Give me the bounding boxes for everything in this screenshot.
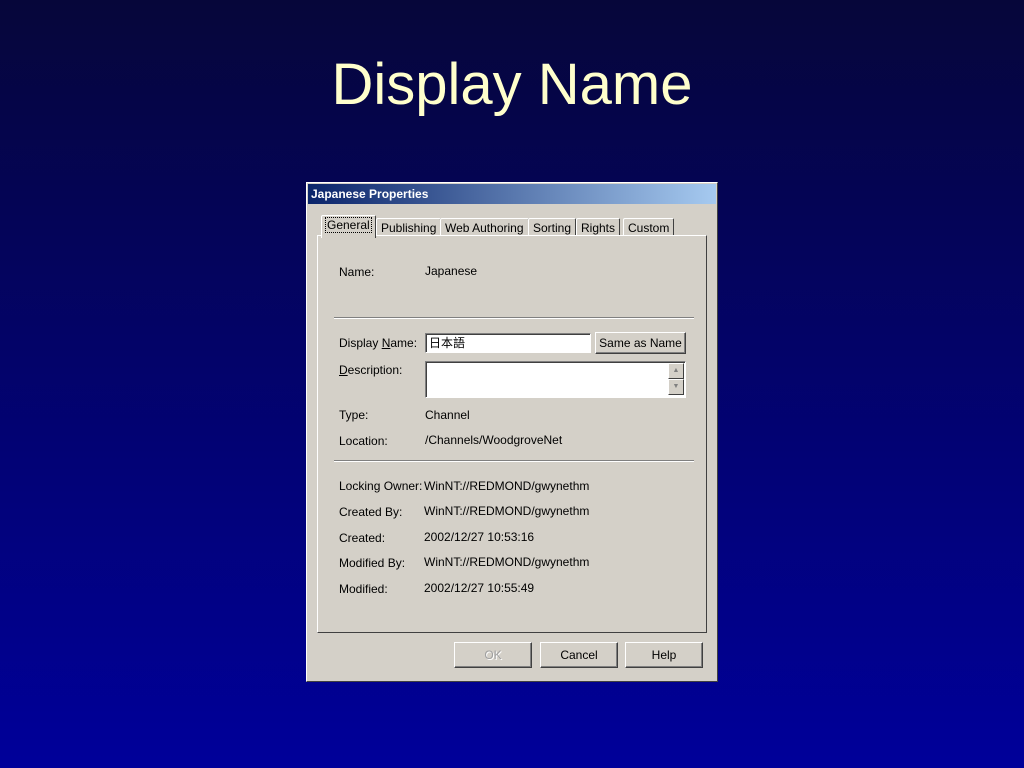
type-value: Channel	[425, 408, 470, 422]
same-as-name-button[interactable]: Same as Name	[595, 332, 686, 354]
location-label: Location:	[339, 434, 388, 448]
description-label: Description:	[339, 363, 403, 377]
scroll-down-arrow-icon[interactable]: ▼	[668, 379, 684, 395]
separator	[334, 460, 694, 462]
created-by-value: WinNT://REDMOND/gwynethm	[424, 504, 590, 518]
locking-owner-label: Locking Owner:	[339, 479, 423, 493]
properties-dialog: Japanese Properties General Publishing W…	[306, 182, 718, 682]
name-label: Name:	[339, 265, 375, 279]
ok-button[interactable]: OK	[454, 642, 532, 668]
modified-label: Modified:	[339, 582, 388, 596]
cancel-button[interactable]: Cancel	[540, 642, 618, 668]
tab-sorting[interactable]: Sorting	[528, 218, 577, 236]
tab-publishing[interactable]: Publishing	[376, 218, 442, 236]
modified-by-value: WinNT://REDMOND/gwynethm	[424, 555, 590, 569]
type-label: Type:	[339, 408, 369, 422]
tab-general[interactable]: General	[321, 215, 376, 238]
created-value: 2002/12/27 10:53:16	[424, 530, 535, 544]
locking-owner-value: WinNT://REDMOND/gwynethm	[424, 479, 590, 493]
created-label: Created:	[339, 531, 386, 545]
display-name-label: Display Name:	[339, 336, 418, 350]
general-tab-panel: Name: Japanese Display Name: 日本語 Same as…	[317, 235, 707, 633]
name-value: Japanese	[425, 264, 478, 278]
location-value: /Channels/WoodgroveNet	[425, 433, 563, 447]
display-name-input[interactable]: 日本語	[425, 333, 591, 353]
tab-web-authoring[interactable]: Web Authoring	[440, 218, 529, 236]
modified-value: 2002/12/27 10:55:49	[424, 581, 535, 595]
dialog-titlebar[interactable]: Japanese Properties	[308, 184, 716, 204]
scroll-up-arrow-icon[interactable]: ▲	[668, 363, 684, 379]
modified-by-label: Modified By:	[339, 556, 406, 570]
created-by-label: Created By:	[339, 505, 403, 519]
description-input[interactable]: ▲ ▼	[425, 361, 686, 398]
tab-custom[interactable]: Custom	[623, 218, 675, 236]
slide-title: Display Name	[331, 52, 693, 117]
separator	[334, 317, 694, 319]
tab-rights[interactable]: Rights	[576, 218, 621, 236]
help-button[interactable]: Help	[625, 642, 703, 668]
